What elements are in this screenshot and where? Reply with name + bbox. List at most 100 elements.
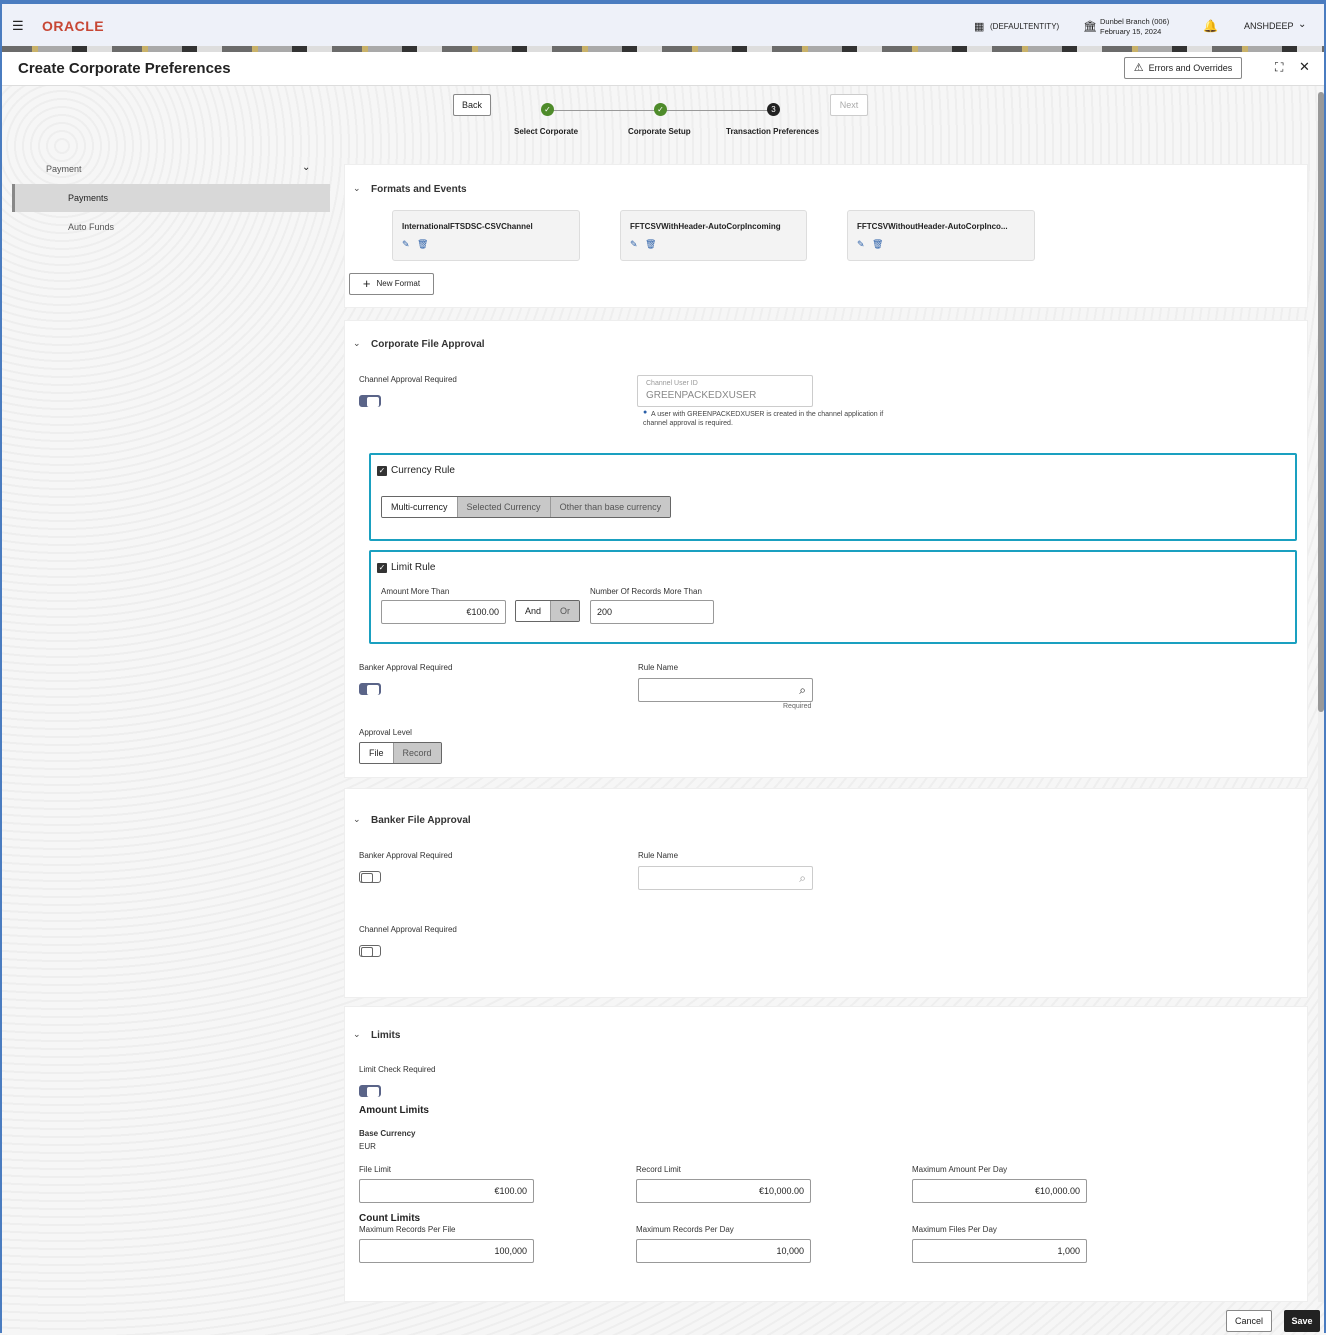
search-icon[interactable]: ⌕ xyxy=(799,679,806,701)
field-value: GREENPACKEDXUSER xyxy=(646,390,757,401)
user-menu[interactable]: ANSHDEEP xyxy=(1244,21,1294,31)
field-label: Amount More Than xyxy=(381,587,450,596)
field-label: Maximum Records Per Day xyxy=(636,1225,734,1234)
field-label: Limit Check Required xyxy=(359,1065,436,1074)
option-or[interactable]: Or xyxy=(550,601,580,621)
subheading: Amount Limits xyxy=(359,1105,429,1116)
save-button[interactable]: Save xyxy=(1284,1310,1320,1332)
scrollbar[interactable] xyxy=(1318,92,1324,1302)
checkbox-label: Currency Rule xyxy=(391,465,455,476)
banker-file-approval-section: ⌄ Banker File Approval Banker Approval R… xyxy=(344,788,1308,998)
field-label: Record Limit xyxy=(636,1165,681,1174)
chevron-down-icon[interactable]: ⌄ xyxy=(1298,19,1306,30)
limit-rule-checkbox[interactable]: ✓ xyxy=(377,563,387,573)
delete-icon[interactable]: 🗑 xyxy=(872,239,883,250)
max-amount-per-day-input[interactable]: €10,000.00 xyxy=(912,1179,1087,1203)
field-label: Maximum Files Per Day xyxy=(912,1225,997,1234)
field-label: Maximum Amount Per Day xyxy=(912,1165,1008,1174)
format-card[interactable]: FFTCSVWithoutHeader-AutoCorpInco... ✎ 🗑 xyxy=(847,210,1035,261)
banker-approval-toggle[interactable] xyxy=(359,871,381,883)
section-title: Formats and Events xyxy=(371,184,467,195)
format-name: FFTCSVWithoutHeader-AutoCorpInco... xyxy=(857,222,1008,231)
delete-icon[interactable]: 🗑 xyxy=(417,239,428,250)
edit-icon[interactable]: ✎ xyxy=(630,239,638,250)
field-label: Rule Name xyxy=(638,663,679,672)
edit-icon[interactable]: ✎ xyxy=(857,239,865,250)
scrollbar-thumb[interactable] xyxy=(1318,92,1324,712)
step-label[interactable]: Select Corporate xyxy=(514,127,578,136)
field-label: Number Of Records More Than xyxy=(590,587,702,596)
hamburger-menu-icon[interactable]: ☰ xyxy=(12,18,24,34)
entity-selector[interactable]: (DEFAULTENTITY) xyxy=(990,22,1059,31)
bank-icon: 🏛 xyxy=(1083,21,1097,33)
step-label[interactable]: Corporate Setup xyxy=(628,127,691,136)
field-label: Maximum Records Per File xyxy=(359,1225,456,1234)
close-icon[interactable]: ✕ xyxy=(1299,59,1310,75)
channel-user-id-field[interactable]: Channel User ID GREENPACKEDXUSER xyxy=(637,375,813,407)
max-records-per-file-input[interactable]: 100,000 xyxy=(359,1239,534,1263)
cancel-button[interactable]: Cancel xyxy=(1226,1310,1272,1332)
page-title: Create Corporate Preferences xyxy=(18,60,231,77)
limit-check-toggle[interactable] xyxy=(359,1085,381,1097)
amount-more-than-input[interactable]: €100.00 xyxy=(381,600,506,624)
format-card[interactable]: FFTCSVWithHeader-AutoCorpIncoming ✎ 🗑 xyxy=(620,210,807,261)
delete-icon[interactable]: 🗑 xyxy=(645,239,656,250)
option-selected-currency[interactable]: Selected Currency xyxy=(456,497,550,517)
option-record[interactable]: Record xyxy=(392,743,441,763)
max-files-per-day-input[interactable]: 1,000 xyxy=(912,1239,1087,1263)
records-more-than-input[interactable]: 200 xyxy=(590,600,714,624)
info-text: A user with GREENPACKEDXUSER is created … xyxy=(643,411,884,427)
max-records-per-day-input[interactable]: 10,000 xyxy=(636,1239,811,1263)
sidebar: Payment ⌄ Payments Auto Funds xyxy=(12,152,330,1332)
chevron-down-icon[interactable]: ⌄ xyxy=(353,338,361,349)
banker-approval-toggle[interactable] xyxy=(359,683,381,695)
rule-name-input[interactable]: ⌕ xyxy=(638,678,813,702)
limits-section: ⌄ Limits Limit Check Required Amount Lim… xyxy=(344,1006,1308,1302)
maximize-icon[interactable]: ⛶ xyxy=(1275,60,1283,75)
sidebar-item-auto-funds[interactable]: Auto Funds xyxy=(68,222,114,232)
title-bar: Create Corporate Preferences ⚠ Errors and… xyxy=(2,52,1324,86)
chevron-down-icon[interactable]: ⌄ xyxy=(353,183,361,194)
chevron-down-icon[interactable]: ⌄ xyxy=(302,162,310,173)
branch-date: February 15, 2024 xyxy=(1100,27,1162,36)
approval-level-selector[interactable]: File Record xyxy=(359,742,442,764)
branch-name[interactable]: Dunbel Branch (006) xyxy=(1100,17,1169,26)
edit-icon[interactable]: ✎ xyxy=(402,239,410,250)
oracle-logo: ORACLE xyxy=(42,18,105,34)
record-limit-input[interactable]: €10,000.00 xyxy=(636,1179,811,1203)
chevron-down-icon[interactable]: ⌄ xyxy=(353,1029,361,1040)
field-label: Channel User ID xyxy=(646,380,698,387)
option-and[interactable]: And xyxy=(516,601,551,621)
currency-rule-selector[interactable]: Multi-currency Selected Currency Other t… xyxy=(381,496,672,518)
base-currency-value: EUR xyxy=(359,1142,376,1151)
currency-rule-checkbox[interactable]: ✓ xyxy=(377,466,387,476)
and-or-selector[interactable]: And Or xyxy=(515,600,581,622)
step-done-icon: ✓ xyxy=(654,103,667,116)
channel-approval-toggle[interactable] xyxy=(359,395,381,407)
sidebar-group-payment[interactable]: Payment xyxy=(46,164,82,174)
checkbox-label: Limit Rule xyxy=(391,562,436,573)
field-label: Channel Approval Required xyxy=(359,375,457,384)
option-other-than-base[interactable]: Other than base currency xyxy=(549,497,671,517)
option-multi-currency[interactable]: Multi-currency xyxy=(382,497,457,517)
step-label[interactable]: Transaction Preferences xyxy=(726,127,819,136)
field-label: Banker Approval Required xyxy=(359,663,453,672)
field-label: Rule Name xyxy=(638,851,679,860)
errors-and-overrides-button[interactable]: ⚠ Errors and Overrides xyxy=(1124,57,1242,79)
chevron-down-icon[interactable]: ⌄ xyxy=(353,814,361,825)
step-current: 3 xyxy=(767,103,780,116)
channel-approval-toggle[interactable] xyxy=(359,945,381,957)
search-icon[interactable]: ⌕ xyxy=(799,867,806,889)
bell-icon[interactable]: 🔔 xyxy=(1203,19,1218,33)
next-button[interactable]: Next xyxy=(830,94,868,116)
sidebar-item-payments[interactable]: Payments xyxy=(12,184,330,212)
limit-rule-box: ✓ Limit Rule Amount More Than €100.00 An… xyxy=(369,550,1297,644)
rule-name-input[interactable]: ⌕ xyxy=(638,866,813,890)
required-hint: Required xyxy=(783,703,812,710)
field-label: Banker Approval Required xyxy=(359,851,453,860)
new-format-button[interactable]: + New Format xyxy=(349,273,434,295)
file-limit-input[interactable]: €100.00 xyxy=(359,1179,534,1203)
back-button[interactable]: Back xyxy=(453,94,491,116)
format-card[interactable]: InternationalFTSDSC-CSVChannel ✎ 🗑 xyxy=(392,210,580,261)
option-file[interactable]: File xyxy=(360,743,393,763)
